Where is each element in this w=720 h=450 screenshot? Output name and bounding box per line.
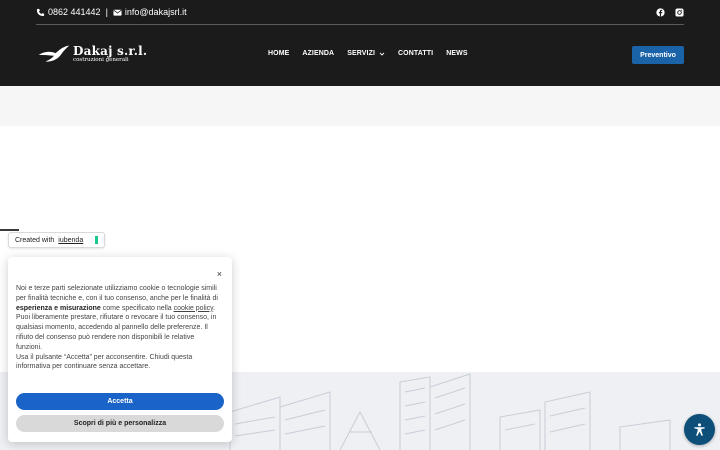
instagram-icon[interactable] (675, 7, 684, 17)
nav-item-news[interactable]: NEWS (446, 50, 467, 57)
nav-item-servizi[interactable]: SERVIZI (347, 50, 385, 57)
phone-number[interactable]: 0862 441442 (48, 7, 101, 17)
main-nav: HOME AZIENDA SERVIZI CONTATTI NEWS (268, 50, 468, 57)
iubenda-badge-prefix: Created with (15, 236, 55, 244)
facebook-icon[interactable] (656, 7, 665, 17)
site-header: 0862 441442 | info@dakajsrl.it Dakaj s.r… (0, 0, 720, 86)
envelope-icon (113, 8, 122, 17)
learn-more-button[interactable]: Scopri di più e personalizza (16, 415, 224, 432)
logo-subtitle: costruzioni generali (73, 56, 129, 63)
email-address[interactable]: info@dakajsrl.it (125, 7, 187, 17)
phone-icon (36, 8, 45, 17)
preventivo-button[interactable]: Preventivo (632, 46, 684, 64)
nav-item-contatti[interactable]: CONTATTI (398, 50, 433, 57)
cookie-paragraph-1: Noi e terze parti selezionate utilizziam… (16, 284, 220, 353)
accessibility-button[interactable] (684, 414, 715, 445)
iubenda-badge-link[interactable]: iubenda (58, 237, 83, 244)
cookie-policy-link[interactable]: cookie policy (174, 305, 214, 312)
nav-item-azienda[interactable]: AZIENDA (302, 50, 334, 57)
nav-item-home[interactable]: HOME (268, 50, 289, 57)
nav-item-servizi-label: SERVIZI (347, 50, 376, 57)
accept-button[interactable]: Accetta (16, 393, 224, 410)
contact-separator: | (105, 7, 108, 17)
side-tab (0, 229, 19, 231)
cookie-text-2: come specificato nella (100, 304, 174, 312)
iubenda-badge[interactable]: Created with iubenda (8, 232, 106, 248)
logo-text: Dakaj s.r.l. costruzioni generali (73, 45, 147, 64)
chevron-down-icon (379, 51, 385, 57)
top-bar: 0862 441442 | info@dakajsrl.it (36, 0, 684, 25)
cookie-banner-text: Noi e terze parti selezionate utilizziam… (16, 284, 220, 372)
hero-band (0, 86, 720, 126)
cookie-banner: × Noi e terze parti selezionate utilizzi… (8, 257, 232, 442)
site-logo[interactable]: Dakaj s.r.l. costruzioni generali (37, 44, 147, 64)
logo-bird-icon (38, 45, 70, 62)
cookie-paragraph-2: Usa il pulsante “Accetta” per acconsenti… (16, 353, 193, 371)
logo-name: Dakaj s.r.l. (73, 43, 148, 58)
cookie-text-1: Noi e terze parti selezionate utilizziam… (16, 285, 218, 302)
social-links (656, 7, 684, 17)
cookie-text-bold: esperienza e misurazione (16, 304, 101, 312)
iubenda-logo-icon (95, 236, 99, 244)
close-icon[interactable]: × (217, 269, 222, 279)
contact-info: 0862 441442 | info@dakajsrl.it (36, 7, 187, 17)
accessibility-icon (694, 423, 705, 436)
